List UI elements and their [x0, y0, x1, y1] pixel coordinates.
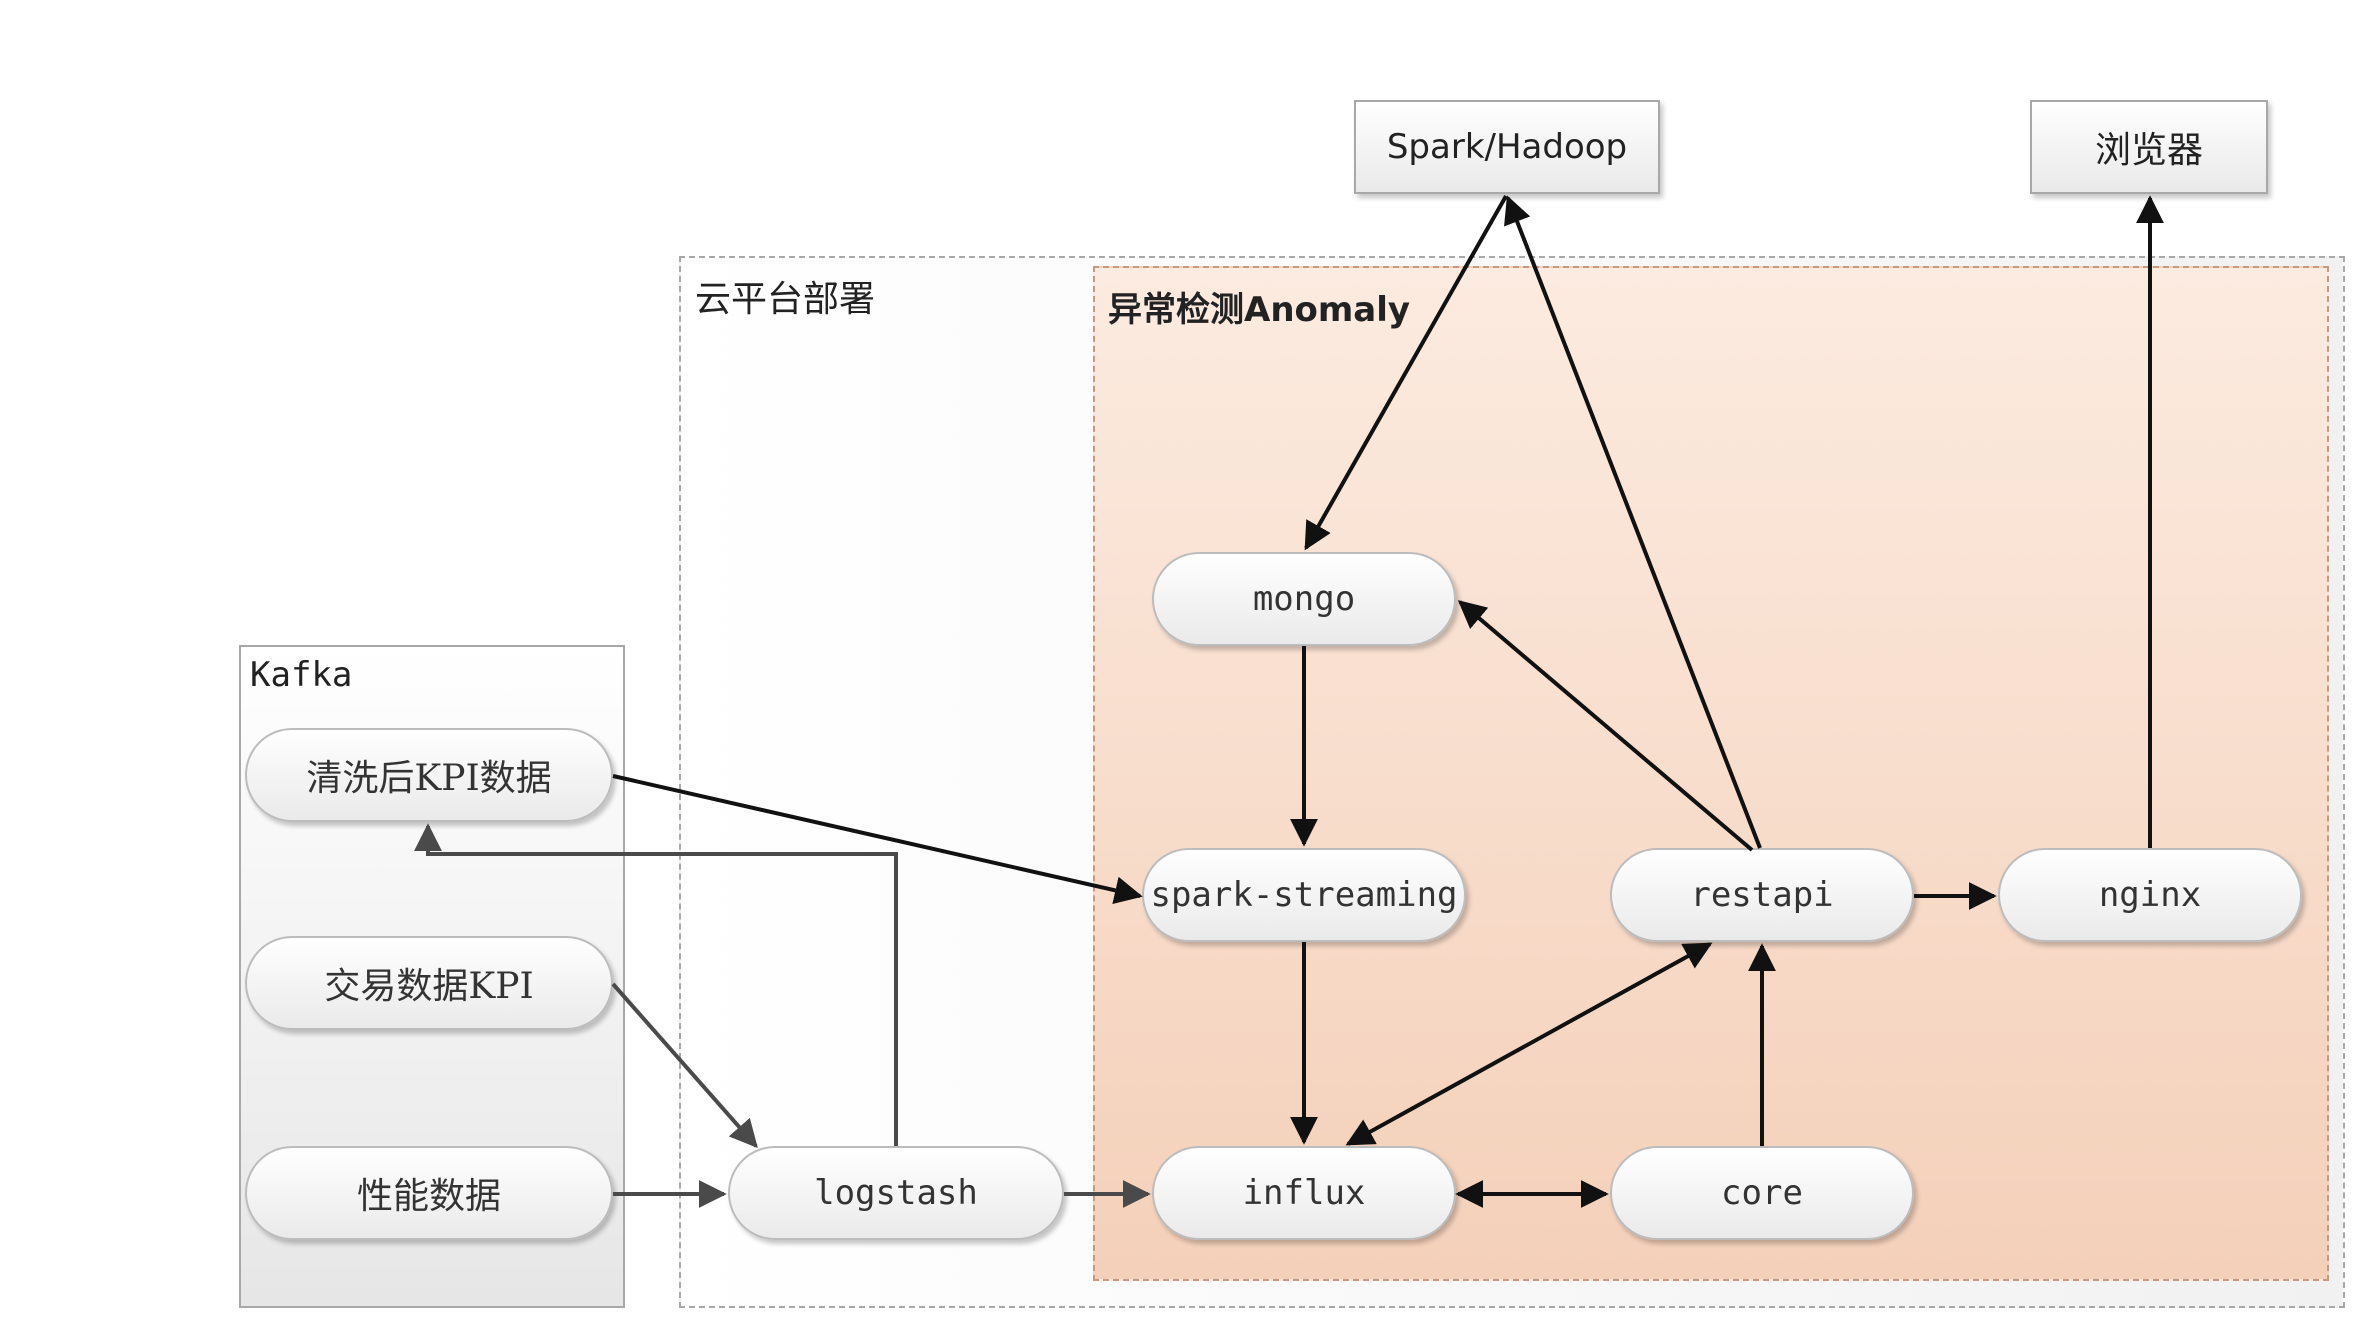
node-core-label: core — [1721, 1173, 1803, 1213]
anomaly-detection-label: 异常检测Anomaly — [1108, 290, 1411, 330]
node-mongo-label: mongo — [1252, 579, 1356, 619]
node-perf-data-label: 性能数据 — [356, 1176, 501, 1217]
node-spark-hadoop-label: Spark/Hadoop — [1386, 127, 1628, 167]
node-trade-kpi[interactable]: 交易数据KPI — [245, 936, 613, 1030]
node-spark-hadoop[interactable]: Spark/Hadoop — [1354, 100, 1660, 194]
node-trade-kpi-label: 交易数据KPI — [324, 966, 534, 1007]
node-influx[interactable]: influx — [1152, 1146, 1456, 1240]
node-nginx[interactable]: nginx — [1998, 848, 2302, 942]
node-mongo[interactable]: mongo — [1152, 552, 1456, 646]
node-kpi-clean[interactable]: 清洗后KPI数据 — [245, 728, 613, 822]
node-logstash-label: logstash — [814, 1173, 978, 1213]
node-browser-label: 浏览器 — [2094, 130, 2203, 171]
node-perf-data[interactable]: 性能数据 — [245, 1146, 613, 1240]
anomaly-detection-region — [1093, 266, 2329, 1281]
cloud-platform-label: 云平台部署 — [695, 279, 876, 320]
architecture-diagram: Kafka 云平台部署 异常检测Anomaly 清洗后KPI数据 交易数据KPI… — [0, 0, 2358, 1334]
node-browser[interactable]: 浏览器 — [2030, 100, 2268, 194]
node-kpi-clean-label: 清洗后KPI数据 — [306, 758, 552, 799]
node-spark-streaming[interactable]: spark-streaming — [1142, 848, 1466, 942]
node-nginx-label: nginx — [2098, 875, 2202, 915]
node-restapi-label: restapi — [1690, 875, 1834, 915]
node-spark-streaming-label: spark-streaming — [1150, 875, 1458, 915]
node-restapi[interactable]: restapi — [1610, 848, 1914, 942]
node-influx-label: influx — [1242, 1173, 1366, 1213]
node-core[interactable]: core — [1610, 1146, 1914, 1240]
node-logstash[interactable]: logstash — [728, 1146, 1064, 1240]
kafka-label: Kafka — [250, 655, 353, 695]
